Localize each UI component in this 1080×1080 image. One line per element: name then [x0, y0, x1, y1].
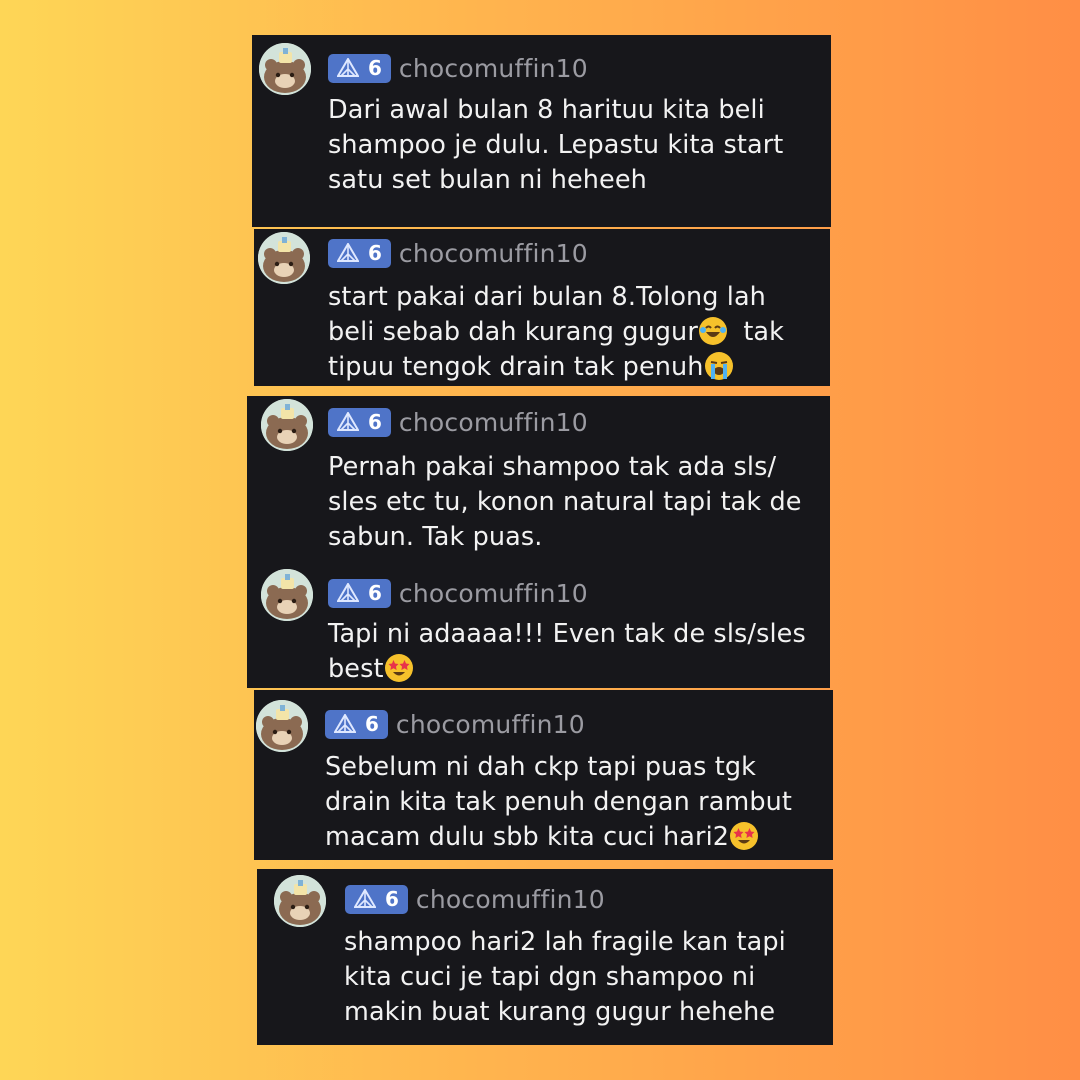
- comment-text: Dari awal bulan 8 harituu kita beli sham…: [328, 95, 784, 195]
- laughing-crying-emoji: [698, 317, 727, 345]
- avatar[interactable]: [274, 875, 326, 927]
- level-number: 6: [385, 887, 399, 911]
- level-triangle-icon: [337, 412, 359, 431]
- level-triangle-icon: [337, 58, 359, 77]
- comment-header: 6 chocomuffin10: [328, 52, 588, 84]
- username[interactable]: chocomuffin10: [399, 408, 588, 437]
- star-struck-emoji: [384, 654, 413, 682]
- comment-card: 6 chocomuffin10 shampoo hari2 lah fragil…: [257, 869, 833, 1045]
- level-badge: 6: [345, 884, 408, 914]
- comment-card: 6 chocomuffin10 Sebelum ni dah ckp tapi …: [254, 690, 833, 860]
- level-badge: 6: [328, 407, 391, 437]
- username[interactable]: chocomuffin10: [399, 579, 588, 608]
- comment-card: 6 chocomuffin10 Pernah pakai shampoo tak…: [247, 396, 830, 688]
- avatar[interactable]: [256, 700, 308, 752]
- level-triangle-icon: [334, 714, 356, 733]
- username[interactable]: chocomuffin10: [396, 710, 585, 739]
- avatar[interactable]: [261, 399, 313, 451]
- level-triangle-icon: [337, 243, 359, 262]
- comment-header: 6 chocomuffin10: [325, 708, 585, 740]
- level-number: 6: [368, 410, 382, 434]
- comment-card: 6 chocomuffin10 start pakai dari bulan 8…: [254, 229, 830, 386]
- avatar[interactable]: [258, 232, 310, 284]
- loudly-crying-emoji: [704, 352, 733, 380]
- comment-text: Pernah pakai shampoo tak ada sls/ sles e…: [328, 452, 802, 552]
- level-badge: 6: [328, 578, 391, 608]
- comment-text: Tapi ni adaaaa!!! Even tak de sls/sles b…: [328, 617, 806, 687]
- level-number: 6: [368, 241, 382, 265]
- star-struck-emoji: [730, 822, 759, 850]
- level-number: 6: [368, 56, 382, 80]
- comment-header: 6 chocomuffin10: [328, 577, 588, 609]
- comment-text: start pakai dari bulan 8.Tolong lah beli…: [328, 280, 784, 385]
- comment-header: 6 chocomuffin10: [345, 883, 605, 915]
- level-number: 6: [368, 581, 382, 605]
- comment-header: 6 chocomuffin10: [328, 237, 588, 269]
- username[interactable]: chocomuffin10: [399, 239, 588, 268]
- avatar[interactable]: [261, 569, 313, 621]
- comment-text-part: Sebelum ni dah ckp tapi puas tgk drain k…: [325, 752, 793, 852]
- comment-card: 6 chocomuffin10 Dari awal bulan 8 haritu…: [252, 35, 831, 227]
- avatar[interactable]: [259, 43, 311, 95]
- comment-header: 6 chocomuffin10: [328, 406, 588, 438]
- comment-text: Sebelum ni dah ckp tapi puas tgk drain k…: [325, 750, 792, 855]
- level-badge: 6: [328, 53, 391, 83]
- level-badge: 6: [328, 238, 391, 268]
- level-badge: 6: [325, 709, 388, 739]
- level-triangle-icon: [354, 889, 376, 908]
- comment-text: shampoo hari2 lah fragile kan tapi kita …: [344, 927, 786, 1027]
- level-triangle-icon: [337, 583, 359, 602]
- username[interactable]: chocomuffin10: [399, 54, 588, 83]
- username[interactable]: chocomuffin10: [416, 885, 605, 914]
- level-number: 6: [365, 712, 379, 736]
